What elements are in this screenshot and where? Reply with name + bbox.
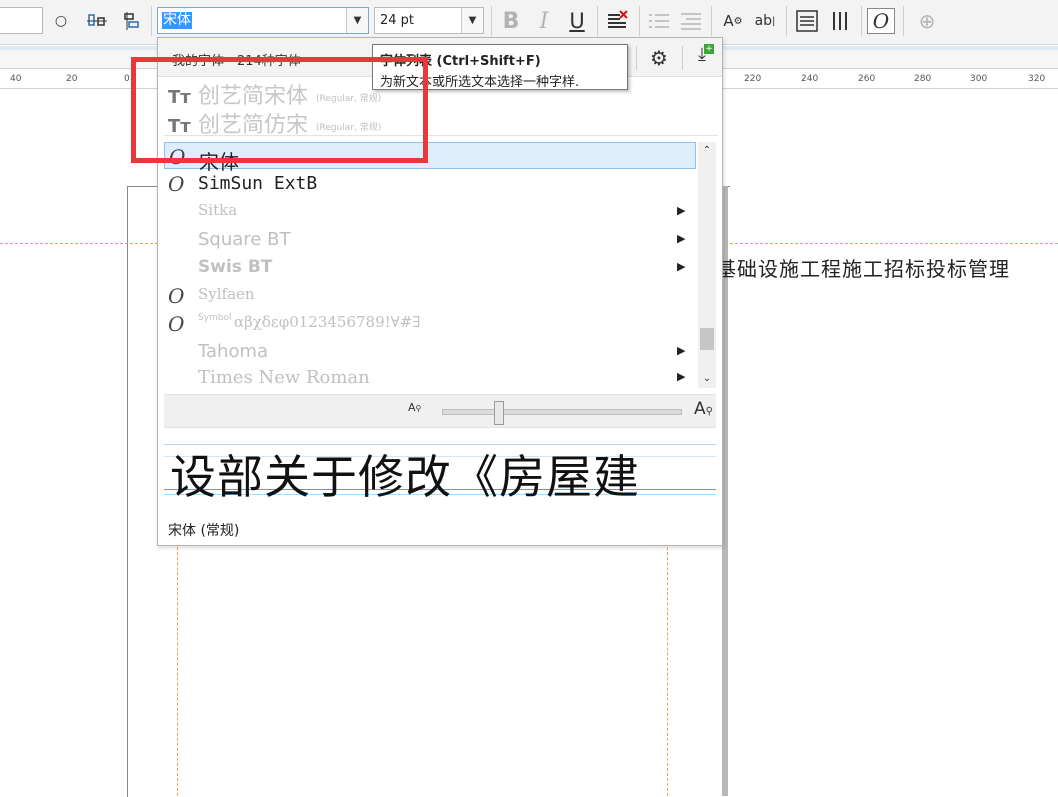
annotation-highlight-box — [131, 57, 428, 163]
font-list-item[interactable]: Sitka ▶ — [164, 198, 696, 225]
bullet-list-icon[interactable] — [646, 8, 672, 34]
download-icon[interactable]: ⤓ + — [690, 44, 714, 70]
font-list-icon[interactable]: O — [867, 8, 895, 34]
font-name-combo[interactable]: 宋体 ▼ — [157, 7, 369, 34]
ruler-label: 0 — [124, 74, 130, 84]
font-size-combo[interactable]: 24 pt ▼ — [374, 7, 484, 34]
font-name: Sitka — [198, 201, 238, 219]
ruler-label: 260 — [858, 74, 876, 84]
underline-button[interactable]: U — [564, 8, 590, 34]
ruler-label: 220 — [744, 74, 762, 84]
chevron-right-icon[interactable]: ▶ — [677, 260, 685, 273]
text-replace-icon[interactable]: ab | — [752, 8, 778, 34]
font-name: Tahoma — [198, 341, 269, 362]
text-color-icon[interactable] — [604, 8, 630, 34]
toolbar-divider — [491, 6, 492, 36]
vertical-text-icon[interactable] — [828, 8, 854, 34]
font-list-item[interactable]: O SimSun ExtB — [164, 170, 696, 197]
italic-button[interactable]: I — [531, 8, 557, 34]
scrollbar-thumb[interactable] — [700, 328, 714, 350]
header-divider — [682, 46, 683, 70]
preview-size-slider[interactable] — [442, 409, 682, 415]
font-list-item[interactable]: Swis BT ▶ — [164, 254, 696, 281]
header-divider — [636, 46, 637, 70]
font-list-item[interactable]: O Sylfaen — [164, 282, 696, 309]
preview-zoom-bar: A⚲ A⚲ — [164, 394, 716, 428]
bold-button[interactable]: B — [498, 8, 524, 34]
font-list-scrollbar[interactable]: ⌃ ⌄ — [698, 142, 716, 388]
font-preview: 设部关于修改《房屋建 — [164, 436, 716, 506]
preview-text: 设部关于修改《房屋建 — [170, 450, 640, 504]
toolbar-divider — [903, 6, 904, 36]
font-list-item[interactable]: Tahoma ▶ — [164, 338, 696, 365]
selected-font-label: 宋体 (常规) — [168, 523, 240, 539]
font-list-item[interactable]: Square BT ▶ — [164, 226, 696, 253]
toolbar-divider — [786, 6, 787, 36]
font-list: O 宋体 O SimSun ExtB Sitka ▶ Square BT ▶ S… — [164, 142, 716, 390]
circle-icon[interactable]: ○ — [48, 8, 74, 34]
ruler-label: 40 — [10, 74, 22, 84]
chevron-down-icon[interactable]: ▼ — [461, 8, 483, 33]
chevron-up-icon[interactable]: ⌃ — [698, 142, 716, 160]
opentype-icon: O — [168, 312, 185, 336]
font-name: Swis BT — [198, 257, 273, 277]
toolbar-divider — [597, 6, 598, 36]
toolbar-divider — [861, 6, 862, 36]
font-name: SimSun ExtB — [198, 173, 318, 194]
font-name: Square BT — [198, 229, 291, 250]
font-name-value[interactable]: 宋体 — [162, 12, 192, 29]
gear-icon[interactable]: ⚙ — [647, 46, 671, 70]
toolbar-divider — [151, 6, 152, 36]
chevron-right-icon[interactable]: ▶ — [677, 232, 685, 245]
font-size-value[interactable]: 24 pt — [380, 13, 414, 28]
chevron-down-icon[interactable]: ▼ — [346, 8, 368, 33]
ruler-label: 20 — [66, 74, 78, 84]
opentype-icon: O — [168, 284, 185, 308]
toolbar-divider — [711, 6, 712, 36]
chevron-right-icon[interactable]: ▶ — [677, 344, 685, 357]
chevron-right-icon[interactable]: ▶ — [677, 370, 685, 383]
canvas-text-object[interactable]: 基础设施工程施工招标投标管理 — [716, 253, 1010, 282]
font-name: Times New Roman — [198, 367, 370, 388]
font-name: Symbol — [198, 313, 232, 323]
opentype-icon: O — [168, 172, 185, 196]
align-icon[interactable] — [84, 8, 110, 34]
zoom-in-icon[interactable]: A⚲ — [694, 399, 713, 419]
font-sample: αβχδεφ0123456789!∀#∃ — [234, 313, 421, 331]
distribute-icon[interactable] — [118, 8, 144, 34]
ruler-label: 320 — [1028, 74, 1046, 84]
position-field[interactable] — [0, 7, 43, 34]
font-list-item[interactable]: Times New Roman ▶ — [164, 364, 696, 391]
font-list-item[interactable]: O Symbol αβχδεφ0123456789!∀#∃ — [164, 310, 696, 337]
add-icon[interactable]: ⊕ — [914, 8, 940, 34]
ruler-label: 300 — [970, 74, 988, 84]
ruler-label: 280 — [914, 74, 932, 84]
column-format-icon[interactable] — [794, 8, 820, 34]
paragraph-icon[interactable] — [678, 8, 704, 34]
char-format-icon[interactable]: A ⚙ — [720, 8, 746, 34]
chevron-down-icon[interactable]: ⌄ — [698, 370, 716, 388]
ruler-label: 240 — [801, 74, 819, 84]
font-name: Sylfaen — [198, 285, 255, 303]
slider-handle[interactable] — [494, 401, 504, 425]
chevron-right-icon[interactable]: ▶ — [677, 204, 685, 217]
zoom-out-icon[interactable]: A⚲ — [408, 401, 421, 414]
toolbar-divider — [639, 6, 640, 36]
